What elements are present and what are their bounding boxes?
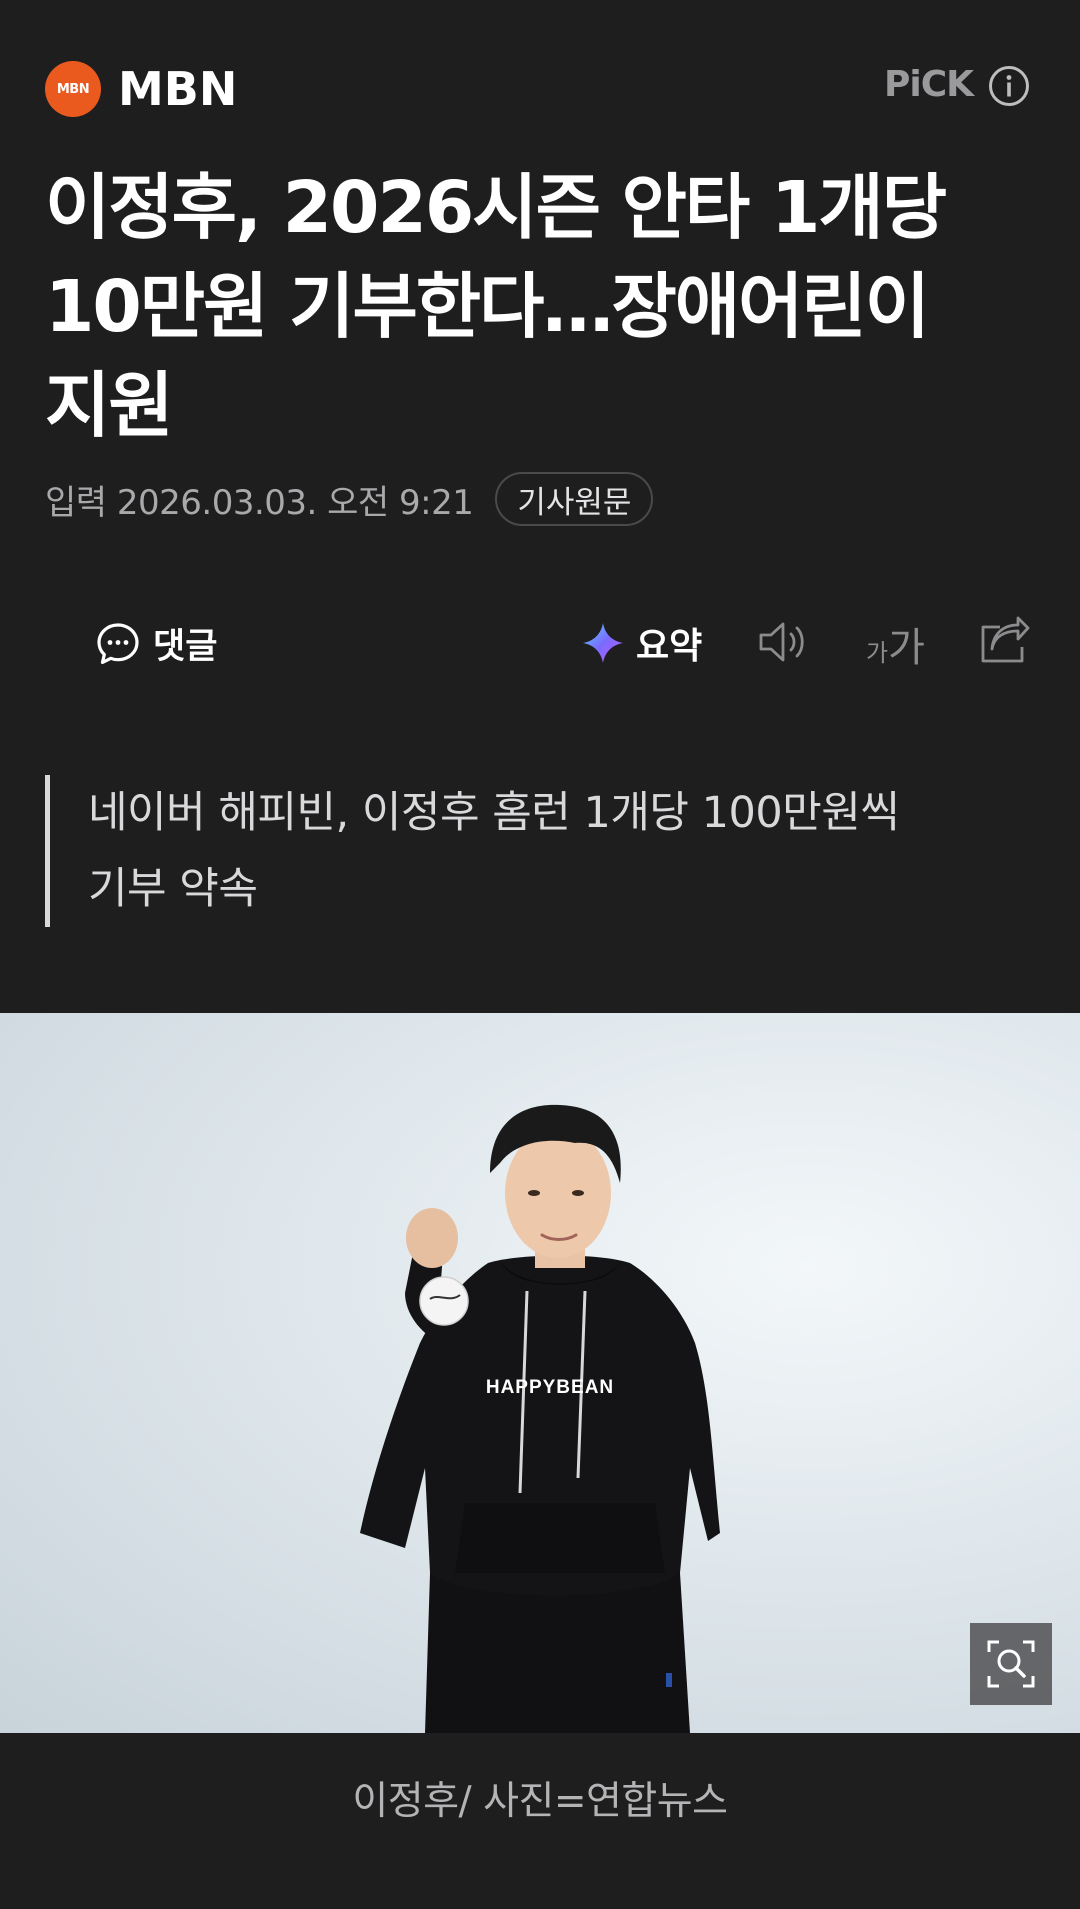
photo-caption: 이정후/ 사진=연합뉴스	[352, 1779, 728, 1824]
article-meta: 입력 2026.03.03. 오전 9:21 기사원문	[45, 470, 654, 528]
player-photo-illustration: HAPPYBEAN	[360, 1104, 720, 1733]
comment-label: 댓글	[153, 627, 218, 667]
zoom-icon	[987, 1640, 1035, 1688]
publish-date: 입력 2026.03.03. 오전 9:21	[45, 482, 474, 523]
speaker-icon[interactable]	[757, 619, 815, 665]
original-article-button[interactable]: 기사원문	[495, 472, 654, 526]
info-circle-icon[interactable]	[988, 65, 1030, 107]
top-bar: MBN MBN PiCK	[0, 0, 1080, 170]
article-toolbar: 댓글 요약 가가	[0, 605, 1080, 675]
summary-label: 요약	[636, 626, 703, 667]
comment-icon	[97, 622, 139, 664]
comment-button[interactable]: 댓글	[95, 618, 217, 669]
article-photo[interactable]: HAPPYBEAN	[0, 1013, 1080, 1733]
shirt-text: HAPPYBEAN	[486, 1377, 614, 1398]
share-icon[interactable]	[978, 615, 1032, 665]
press-name[interactable]: MBN	[118, 62, 237, 116]
photo-zoom-button[interactable]	[970, 1623, 1052, 1705]
article-title: 이정후, 2026시즌 안타 1개당 10만원 기부한다…장애어린이 지원	[45, 166, 947, 447]
article-subheading: 네이버 해피빈, 이정후 홈런 1개당 100만원씩 기부 약속	[45, 775, 1005, 927]
press-logo-text: MBN	[56, 81, 90, 97]
summary-button[interactable]: 요약	[580, 617, 702, 669]
ai-summary-icon	[583, 623, 623, 663]
press-logo[interactable]: MBN	[45, 61, 101, 117]
pick-badge: PiCK	[884, 64, 974, 105]
font-size-icon[interactable]: 가가	[866, 615, 925, 673]
subheading-text: 네이버 해피빈, 이정후 홈런 1개당 100만원씩 기부 약속	[88, 788, 900, 914]
